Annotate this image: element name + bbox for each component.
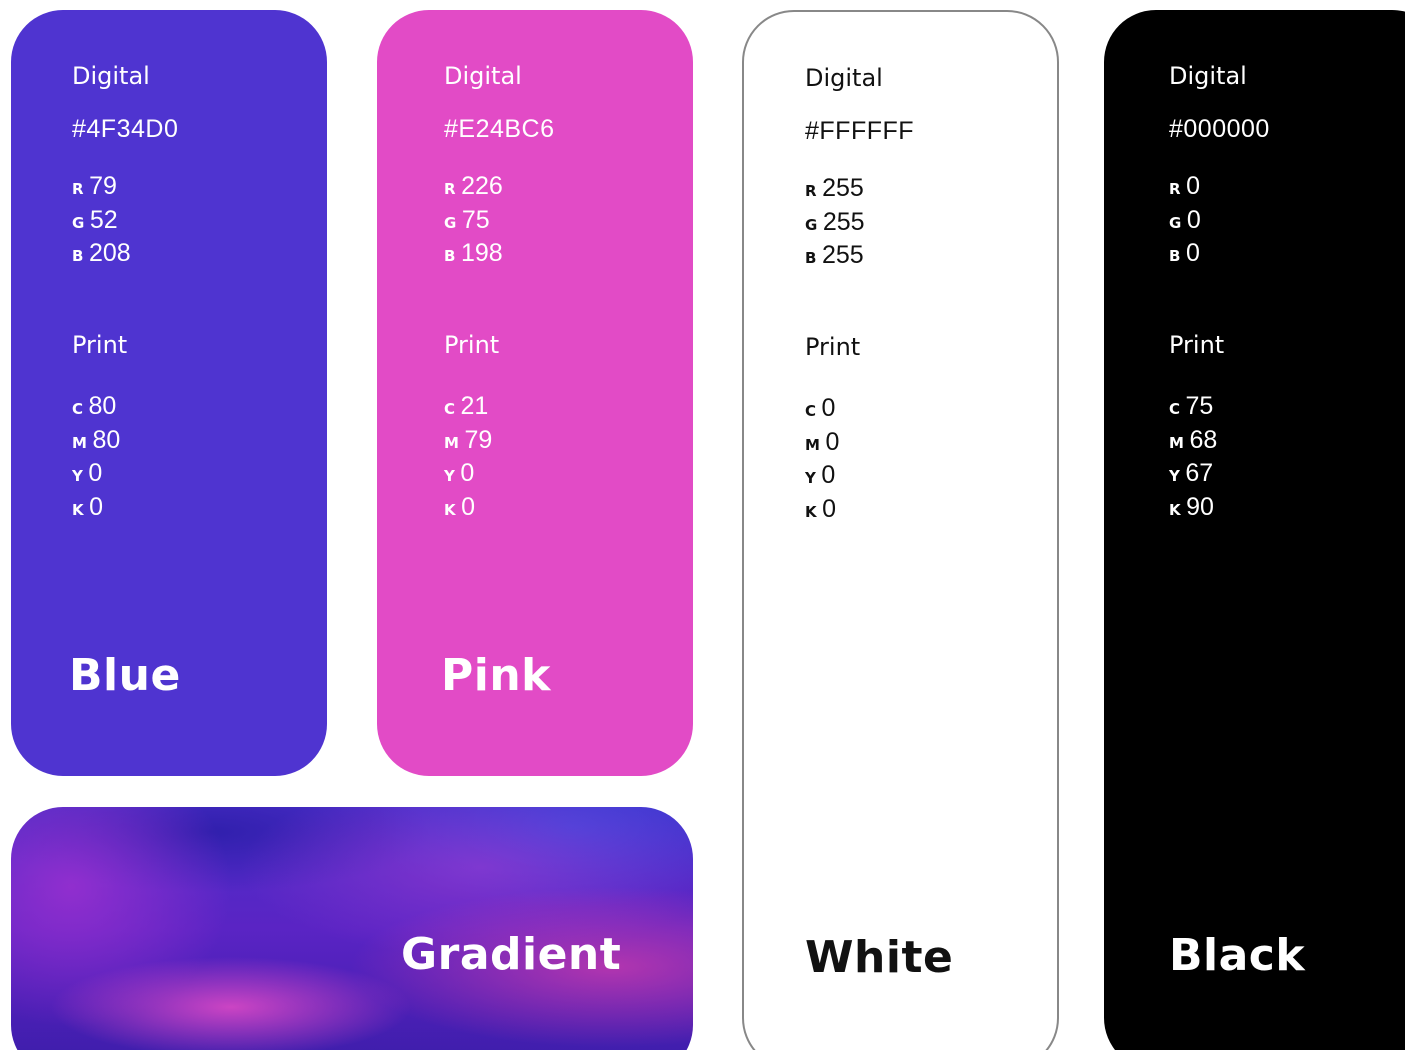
digital-label: Digital (72, 62, 150, 90)
rgb-channel-g: G 52 (72, 205, 118, 234)
cmyk-channel-m: M0 (805, 427, 840, 456)
cmyk-values: C 21 M 79 Y0 K0 (444, 390, 492, 524)
digital-label: Digital (1169, 62, 1247, 90)
cmyk-channel-y: Y0 (72, 459, 103, 487)
cmyk-channel-k: K0 (805, 494, 837, 523)
cmyk-channel-k: K0 (444, 492, 476, 521)
cmyk-channel-c: C 80 (72, 392, 117, 420)
swatch-card-blue: Digital #4F34D0 R 79 G 52 B 208 Print C 80 M… (11, 10, 327, 776)
rgb-channel-g: G0 (1169, 205, 1201, 234)
color-palette-page: Digital #4F34D0 R 79 G 52 B 208 Print C 80 M… (0, 0, 1405, 1050)
cmyk-channel-k: K0 (72, 492, 104, 521)
rgb-channel-r: R 255 (805, 174, 864, 202)
digital-label: Digital (805, 64, 883, 92)
cmyk-values: C 80 M 80 Y0 K0 (72, 390, 120, 524)
rgb-channel-b: B 198 (444, 239, 503, 267)
rgb-channel-r: R0 (1169, 172, 1200, 200)
digital-label: Digital (444, 62, 522, 90)
swatch-card-white: Digital #FFFFFF R 255 G 255 B 255 Print C0 … (742, 10, 1059, 1050)
cmyk-channel-k: K 90 (1169, 492, 1214, 521)
gradient-card: Gradient (11, 807, 693, 1050)
hex-value: #000000 (1169, 115, 1270, 143)
print-label: Print (72, 331, 128, 359)
cmyk-channel-c: C 75 (1169, 392, 1214, 420)
swatch-name: Black (1169, 930, 1306, 981)
rgb-channel-r: R 226 (444, 172, 503, 200)
swatch-name: White (805, 932, 954, 983)
hex-value: #4F34D0 (72, 115, 179, 143)
rgb-channel-g: G 255 (805, 207, 865, 236)
cmyk-channel-y: Y0 (444, 459, 475, 487)
print-label: Print (805, 333, 861, 361)
print-label: Print (1169, 331, 1225, 359)
swatch-name: Pink (441, 650, 551, 701)
cmyk-channel-c: C 21 (444, 392, 489, 420)
print-label: Print (444, 331, 500, 359)
rgb-channel-r: R 79 (72, 172, 117, 200)
swatch-card-black: Digital #000000 R0 G0 B0 Print C 75 M 68 Y… (1104, 10, 1405, 1050)
hex-value: #FFFFFF (805, 117, 915, 145)
cmyk-values: C0 M0 Y0 K0 (805, 392, 839, 526)
cmyk-channel-m: M 79 (444, 425, 493, 454)
rgb-values: R 255 G 255 B 255 (805, 172, 865, 273)
rgb-values: R 226 G 75 B 198 (444, 170, 503, 271)
rgb-values: R 79 G 52 B 208 (72, 170, 131, 271)
cmyk-channel-y: Y0 (805, 461, 836, 489)
rgb-channel-g: G 75 (444, 205, 490, 234)
cmyk-values: C 75 M 68 Y 67 K 90 (1169, 390, 1217, 524)
rgb-values: R0 G0 B0 (1169, 170, 1201, 271)
gradient-name: Gradient (401, 929, 622, 980)
cmyk-channel-m: M 68 (1169, 425, 1218, 454)
cmyk-channel-m: M 80 (72, 425, 121, 454)
swatch-card-pink: Digital #E24BC6 R 226 G 75 B 198 Print C 21 … (377, 10, 693, 776)
hex-value: #E24BC6 (444, 115, 555, 143)
rgb-channel-b: B0 (1169, 239, 1200, 267)
rgb-channel-b: B 208 (72, 239, 131, 267)
cmyk-channel-y: Y 67 (1169, 459, 1214, 487)
rgb-channel-b: B 255 (805, 241, 864, 269)
swatch-name: Blue (69, 650, 181, 701)
cmyk-channel-c: C0 (805, 394, 836, 422)
